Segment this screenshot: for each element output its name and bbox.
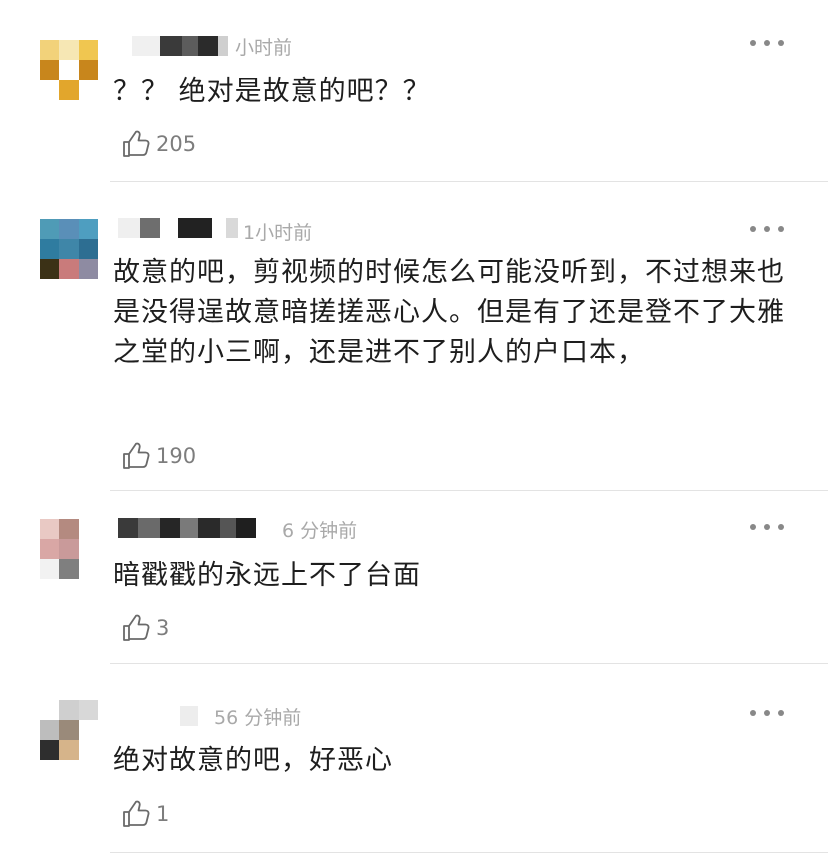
more-dots-icon[interactable]	[750, 224, 784, 234]
like-count: 190	[156, 444, 197, 468]
like-button[interactable]: 1	[120, 797, 169, 831]
more-dots-icon[interactable]	[750, 38, 784, 48]
like-count: 3	[156, 616, 170, 640]
comment-text: ？？ 绝对是故意的吧？？	[113, 76, 431, 107]
comment-time: 56 分钟前	[214, 707, 302, 729]
thumbs-up-icon	[123, 130, 150, 157]
more-dots-icon[interactable]	[750, 708, 784, 718]
divider	[110, 663, 828, 664]
avatar[interactable]	[40, 519, 98, 579]
thumbs-up-icon	[123, 800, 150, 827]
comment-time: 小时前	[235, 37, 293, 59]
comment-text: 故意的吧，剪视频的时候怎么可能没听到，不过想来也是没得逞故意暗搓搓恶心人。但是有…	[113, 257, 785, 368]
username-blurred[interactable]	[118, 518, 256, 538]
avatar[interactable]	[40, 219, 98, 279]
like-button[interactable]: 190	[120, 439, 196, 473]
like-count: 205	[156, 132, 197, 156]
divider	[110, 181, 828, 182]
comment-time: 6 分钟前	[282, 520, 358, 542]
comment-text: 绝对故意的吧，好恶心	[113, 745, 393, 776]
comment-text: 暗戳戳的永远上不了台面	[113, 560, 421, 591]
thumbs-up-icon	[123, 614, 150, 641]
divider	[110, 490, 828, 491]
avatar[interactable]	[40, 40, 98, 100]
avatar[interactable]	[40, 700, 98, 760]
like-count: 1	[156, 802, 170, 826]
comment-time: 1小时前	[243, 222, 313, 244]
thumbs-up-icon	[123, 442, 150, 469]
like-button[interactable]: 205	[120, 127, 196, 161]
username-blurred[interactable]	[118, 218, 238, 238]
divider	[110, 852, 828, 853]
like-button[interactable]: 3	[120, 611, 169, 645]
username-blurred[interactable]	[118, 706, 198, 726]
username-blurred[interactable]	[118, 36, 228, 56]
more-dots-icon[interactable]	[750, 522, 784, 532]
